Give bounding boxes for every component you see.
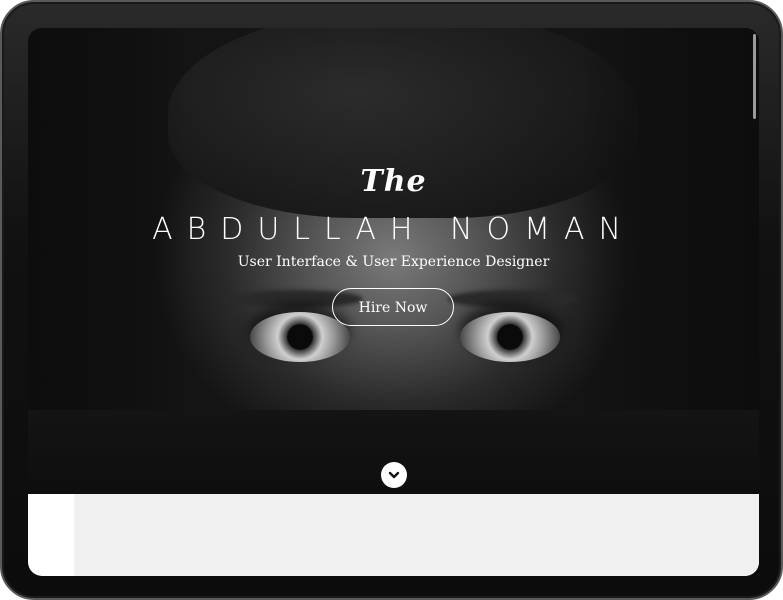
page-scrollbar[interactable] <box>753 34 756 119</box>
chevron-down-icon <box>388 471 400 479</box>
tablet-frame: The ABDULLAH NOMAN User Interface & User… <box>0 0 783 600</box>
hero-prefix: The <box>360 164 427 199</box>
photo-detail <box>460 312 560 362</box>
photo-detail <box>250 312 350 362</box>
hero-name: ABDULLAH NOMAN <box>152 212 635 247</box>
scroll-down-button[interactable] <box>381 462 407 488</box>
next-section-panel <box>74 494 759 576</box>
hero-section: The ABDULLAH NOMAN User Interface & User… <box>28 28 759 494</box>
photo-detail <box>448 290 578 308</box>
device-screen: The ABDULLAH NOMAN User Interface & User… <box>28 28 759 576</box>
next-section <box>28 494 759 576</box>
hero-subtitle: User Interface & User Experience Designe… <box>237 254 550 270</box>
hire-now-button[interactable]: Hire Now <box>332 288 454 326</box>
